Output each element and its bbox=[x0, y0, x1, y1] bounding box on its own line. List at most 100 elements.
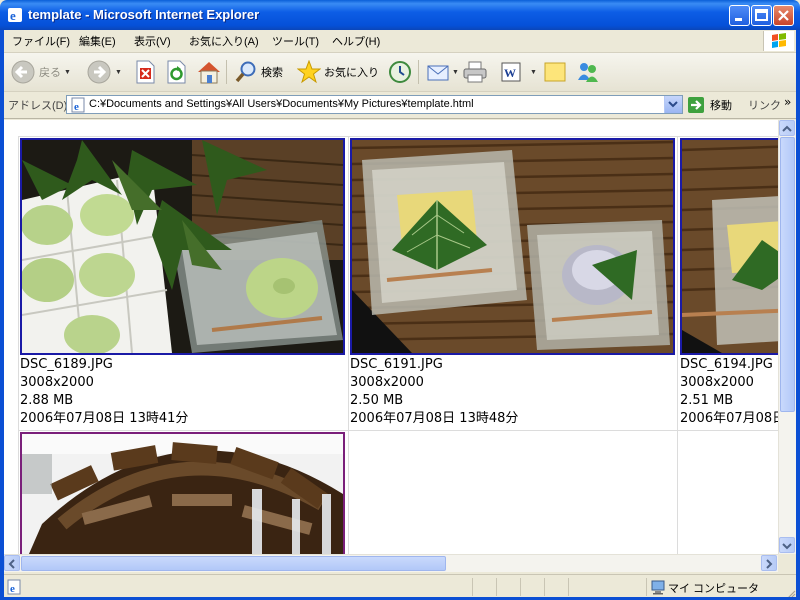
grid-divider bbox=[18, 430, 778, 431]
search-button[interactable]: 検索 bbox=[234, 58, 283, 86]
menu-favorites[interactable]: お気に入り(A) bbox=[189, 33, 259, 49]
favorites-button[interactable]: お気に入り bbox=[297, 58, 379, 86]
thumbnail-image[interactable] bbox=[680, 138, 778, 355]
my-computer-icon bbox=[650, 579, 666, 599]
menu-edit[interactable]: 編集(E) bbox=[79, 33, 116, 49]
address-bar: アドレス(D) e C:¥Documents and Settings¥All … bbox=[0, 92, 800, 119]
menu-bar: ファイル(F) 編集(E) 表示(V) お気に入り(A) ツール(T) ヘルプ(… bbox=[0, 30, 800, 53]
image-info: DSC_6189.JPG 3008x2000 2.88 MB 2006年07月0… bbox=[20, 356, 188, 428]
image-info: DSC_6191.JPG 3008x2000 2.50 MB 2006年07月0… bbox=[350, 356, 518, 428]
mail-button[interactable]: ▼ bbox=[426, 58, 459, 86]
file-size: 2.88 MB bbox=[20, 393, 74, 408]
ie-window: e template - Microsoft Internet Explorer… bbox=[0, 0, 800, 600]
print-icon bbox=[463, 61, 487, 83]
image-dimensions: 3008x2000 bbox=[20, 375, 94, 390]
page-icon: e bbox=[70, 97, 86, 117]
svg-text:W: W bbox=[504, 66, 516, 80]
maximize-button[interactable] bbox=[751, 5, 772, 26]
status-pane bbox=[646, 578, 647, 596]
thumbnail-image[interactable] bbox=[20, 138, 345, 355]
address-label: アドレス(D) bbox=[8, 100, 68, 112]
go-button[interactable]: 移動 bbox=[687, 96, 732, 114]
file-name[interactable]: DSC_6191.JPG bbox=[350, 356, 518, 374]
vertical-scroll-thumb[interactable] bbox=[780, 137, 795, 412]
search-label: 検索 bbox=[261, 67, 283, 79]
scrollbar-corner bbox=[778, 554, 795, 571]
back-button[interactable]: 戻る ▼ bbox=[10, 58, 71, 86]
go-arrow-icon bbox=[688, 97, 704, 113]
print-button[interactable] bbox=[462, 58, 488, 86]
svg-text:e: e bbox=[10, 583, 15, 595]
window-border bbox=[796, 30, 800, 600]
scroll-down-button[interactable] bbox=[779, 537, 795, 553]
edit-word-button[interactable]: W ▼ bbox=[500, 58, 537, 86]
file-date: 2006年07月08日 13時48分 bbox=[350, 411, 519, 426]
go-label: 移動 bbox=[710, 100, 732, 112]
status-pane bbox=[472, 578, 473, 596]
standard-toolbar: 戻る ▼ ▼ 検索 お気に入り ▼ W ▼ bbox=[0, 53, 800, 92]
file-name[interactable]: DSC_6194.JPG bbox=[680, 356, 778, 374]
address-input[interactable]: e C:¥Documents and Settings¥All Users¥Do… bbox=[66, 95, 683, 114]
history-button[interactable] bbox=[388, 58, 412, 86]
favorites-label: お気に入り bbox=[324, 67, 379, 79]
thumbnail-image[interactable] bbox=[20, 432, 345, 554]
page-content: DSC_6189.JPG 3008x2000 2.88 MB 2006年07月0… bbox=[4, 120, 778, 554]
status-pane bbox=[520, 578, 521, 596]
refresh-icon bbox=[167, 60, 186, 84]
toolbar-separator bbox=[418, 60, 419, 84]
refresh-button[interactable] bbox=[165, 58, 187, 86]
thumbnail-image[interactable] bbox=[350, 138, 675, 355]
back-icon bbox=[11, 60, 35, 84]
messenger-icon bbox=[578, 63, 598, 82]
stop-button[interactable] bbox=[134, 58, 156, 86]
forward-dropdown-icon[interactable]: ▼ bbox=[115, 69, 122, 76]
back-label: 戻る bbox=[39, 67, 61, 79]
window-border bbox=[0, 30, 4, 600]
word-icon: W bbox=[501, 62, 521, 82]
links-chevron-icon[interactable]: » bbox=[784, 95, 791, 109]
status-pane bbox=[544, 578, 545, 596]
mail-icon bbox=[427, 65, 449, 81]
menu-help[interactable]: ヘルプ(H) bbox=[332, 33, 380, 49]
status-pane bbox=[496, 578, 497, 596]
menu-view[interactable]: 表示(V) bbox=[134, 33, 171, 49]
mail-dropdown-icon[interactable]: ▼ bbox=[452, 69, 459, 76]
vertical-scrollbar[interactable] bbox=[778, 120, 796, 554]
image-info: DSC_6194.JPG 3008x2000 2.51 MB 2006年07月0… bbox=[680, 356, 778, 428]
file-size: 2.50 MB bbox=[350, 393, 404, 408]
menu-tools[interactable]: ツール(T) bbox=[272, 33, 319, 49]
scroll-up-button[interactable] bbox=[779, 120, 795, 136]
svg-text:e: e bbox=[74, 101, 79, 113]
horizontal-scroll-thumb[interactable] bbox=[21, 556, 446, 571]
edit-dropdown-icon[interactable]: ▼ bbox=[530, 69, 537, 76]
scroll-right-button[interactable] bbox=[761, 555, 777, 571]
address-text: C:¥Documents and Settings¥All Users¥Docu… bbox=[89, 98, 474, 110]
links-button[interactable]: リンク bbox=[748, 97, 781, 113]
scroll-left-button[interactable] bbox=[4, 555, 20, 571]
status-pane bbox=[568, 578, 569, 596]
image-dimensions: 3008x2000 bbox=[680, 375, 754, 390]
discuss-button[interactable] bbox=[543, 58, 567, 86]
back-dropdown-icon[interactable]: ▼ bbox=[64, 69, 71, 76]
file-name[interactable]: DSC_6189.JPG bbox=[20, 356, 188, 374]
search-icon bbox=[235, 61, 256, 83]
home-button[interactable] bbox=[196, 58, 222, 86]
forward-button[interactable]: ▼ bbox=[86, 58, 122, 86]
grid-divider bbox=[18, 136, 778, 137]
menu-file[interactable]: ファイル(F) bbox=[12, 33, 70, 49]
file-date: 2006年07月08日 13時41分 bbox=[20, 411, 189, 426]
ie-icon[interactable]: e bbox=[7, 7, 23, 23]
security-zone-label: マイ コンピュータ bbox=[668, 583, 760, 595]
favorites-icon bbox=[297, 60, 321, 84]
stop-icon bbox=[136, 60, 155, 84]
history-icon bbox=[389, 61, 411, 83]
address-dropdown-icon[interactable] bbox=[664, 96, 682, 113]
file-size: 2.51 MB bbox=[680, 393, 734, 408]
close-button[interactable] bbox=[773, 5, 794, 26]
minimize-button[interactable] bbox=[729, 5, 750, 26]
grid-divider bbox=[18, 136, 19, 554]
messenger-button[interactable] bbox=[575, 58, 601, 86]
page-status-icon: e bbox=[6, 579, 22, 599]
title-bar[interactable]: e template - Microsoft Internet Explorer bbox=[0, 0, 800, 30]
horizontal-scrollbar[interactable] bbox=[4, 554, 778, 572]
